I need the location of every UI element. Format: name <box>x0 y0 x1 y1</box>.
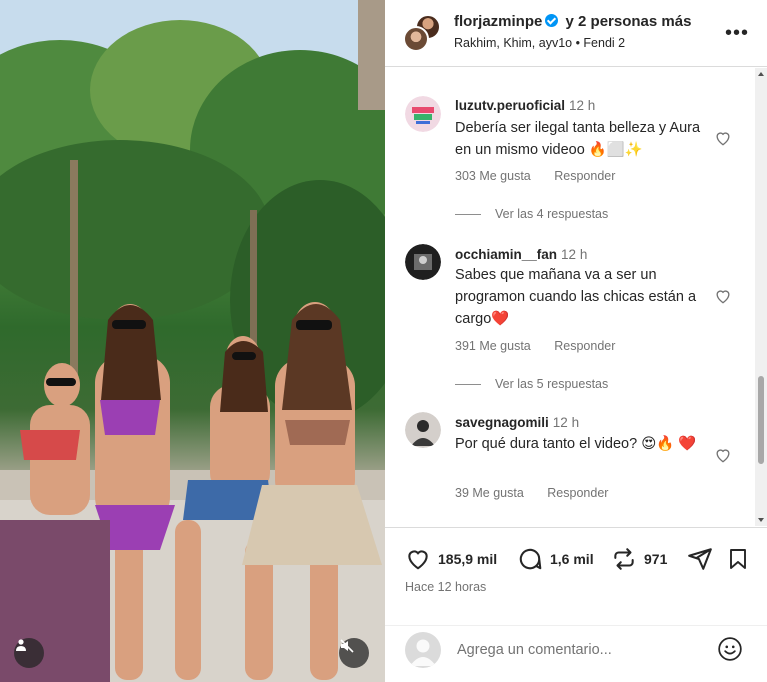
add-comment-bar <box>385 625 767 682</box>
scrollbar-thumb[interactable] <box>758 376 764 464</box>
more-horizontal-icon[interactable]: ••• <box>725 23 749 43</box>
save-action[interactable] <box>726 546 750 572</box>
comment-username[interactable]: savegnagomili 12 h <box>455 415 579 430</box>
view-replies-button[interactable]: Ver las 4 respuestas <box>455 207 608 221</box>
comment-time: 12 h <box>561 247 588 262</box>
comments-scrollbar[interactable] <box>755 68 767 526</box>
post-actions: 185,9 mil 1,6 mil 971 Hace 12 horas <box>385 527 767 625</box>
post-video[interactable] <box>0 0 385 682</box>
verified-badge-icon <box>545 14 559 27</box>
avatar[interactable] <box>405 96 441 132</box>
scroll-down-arrow-icon[interactable] <box>758 518 764 522</box>
post-side-panel: florjazminpe y 2 personas más Rakhim, Kh… <box>385 0 767 682</box>
avatar[interactable] <box>405 244 441 280</box>
comment-likes[interactable]: 303 Me gusta <box>455 169 531 183</box>
like-action[interactable]: 185,9 mil <box>405 546 497 572</box>
luzu-logo-avatar <box>405 96 441 132</box>
replies-divider <box>455 214 481 216</box>
reposts-count: 971 <box>644 551 668 567</box>
author-avatars[interactable] <box>403 14 443 54</box>
reply-button[interactable]: Responder <box>554 169 615 183</box>
comment-username[interactable]: occhiamin__fan 12 h <box>455 247 587 262</box>
avatar[interactable] <box>405 412 441 448</box>
emoji-smiley-icon[interactable] <box>717 636 743 662</box>
share-action[interactable] <box>687 546 713 572</box>
video-frame <box>0 0 385 682</box>
comment-meta: 39 Me gusta Responder <box>455 486 628 500</box>
heart-icon <box>408 550 428 570</box>
like-heart-icon[interactable] <box>713 128 733 148</box>
comment-meta: 391 Me gusta Responder <box>455 339 635 353</box>
comment-text: Por qué dura tanto el video? 😍🔥 ❤️ <box>455 436 697 452</box>
comment-text: Debería ser ilegal tanta belleza y Aura … <box>455 120 701 158</box>
reply-button[interactable]: Responder <box>554 339 615 353</box>
comment-meta: 303 Me gusta Responder <box>455 169 635 183</box>
likes-count[interactable]: 185,9 mil <box>438 551 497 567</box>
mute-button[interactable] <box>339 638 369 668</box>
comment-username[interactable]: luzutv.peruoficial 12 h <box>455 98 595 113</box>
author-username[interactable]: florjazminpe <box>454 13 542 30</box>
default-user-icon <box>410 639 436 666</box>
repost-icon <box>614 548 634 570</box>
occhiamin-avatar <box>405 244 441 280</box>
comment-likes[interactable]: 39 Me gusta <box>455 486 524 500</box>
avatar <box>405 632 441 668</box>
comments-count: 1,6 mil <box>550 551 594 567</box>
send-paper-plane-icon <box>688 548 712 570</box>
muted-speaker-icon <box>340 639 354 653</box>
replies-divider <box>455 384 481 386</box>
post-authors: florjazminpe y 2 personas más <box>454 13 691 30</box>
tagged-users-button[interactable] <box>14 638 44 668</box>
post-header: florjazminpe y 2 personas más Rakhim, Kh… <box>385 0 767 67</box>
comment-input[interactable] <box>457 638 707 662</box>
repost-action[interactable]: 971 <box>611 546 667 572</box>
reply-button[interactable]: Responder <box>547 486 608 500</box>
comment-bubble-icon <box>519 548 542 570</box>
comment-text: Sabes que mañana va a ser un programon c… <box>455 267 697 327</box>
like-heart-icon[interactable] <box>713 286 733 306</box>
scroll-up-arrow-icon[interactable] <box>758 72 764 76</box>
coauthors-link[interactable]: y 2 personas más <box>566 13 692 30</box>
post-audio-line[interactable]: Rakhim, Khim, ayv1o • Fendi 2 <box>454 36 625 50</box>
avatar <box>403 26 429 52</box>
savegnagomili-avatar <box>405 412 441 448</box>
comment-action[interactable]: 1,6 mil <box>517 546 594 572</box>
comment-likes[interactable]: 391 Me gusta <box>455 339 531 353</box>
view-replies-button[interactable]: Ver las 5 respuestas <box>455 377 608 391</box>
comments-list[interactable]: luzutv.peruoficial 12 h Debería ser ilega… <box>385 68 767 526</box>
post-timestamp[interactable]: Hace 12 horas <box>405 580 486 594</box>
comment-time: 12 h <box>552 415 580 430</box>
bookmark-icon <box>730 549 746 569</box>
user-icon <box>16 639 26 651</box>
like-heart-icon[interactable] <box>713 445 733 465</box>
comment-time: 12 h <box>569 98 596 113</box>
